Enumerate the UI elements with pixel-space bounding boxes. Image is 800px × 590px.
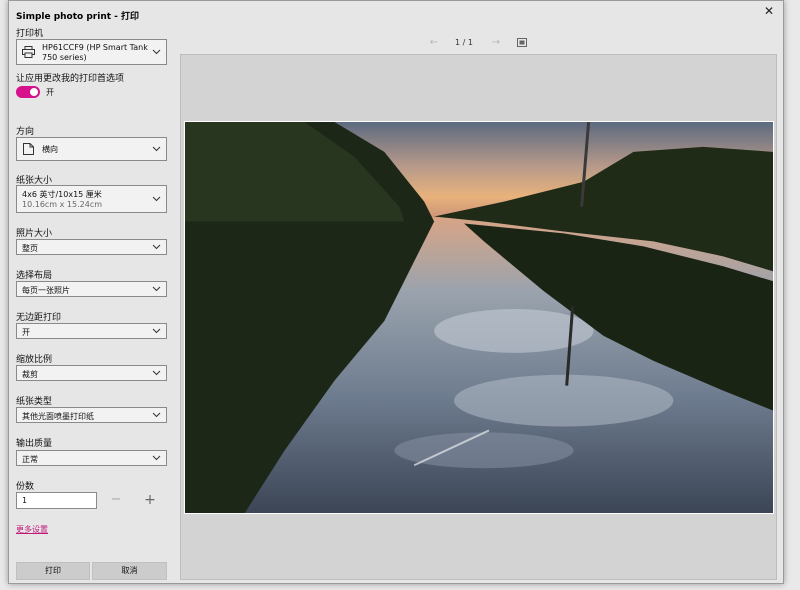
orientation-value: 横向 (42, 145, 58, 154)
quality-label: 输出质量 (16, 439, 53, 449)
cancel-button[interactable]: 取消 (92, 562, 167, 580)
orientation-select[interactable]: 横向 (16, 137, 167, 161)
minus-icon: − (110, 492, 122, 507)
decrease-copies-button[interactable]: − (109, 492, 123, 509)
print-dialog: Simple photo print - 打印 ✕ 打印机 HP61CCF9 (… (8, 0, 784, 584)
arrow-left-icon: ← (429, 37, 439, 48)
app-pref-toggle[interactable] (16, 86, 40, 98)
scale-select[interactable]: 裁剪 (16, 365, 167, 381)
arrow-right-icon: → (491, 37, 501, 48)
toggle-knob (30, 88, 38, 96)
page-icon (23, 143, 34, 155)
layout-select[interactable]: 每页一张照片 (16, 281, 167, 297)
app-pref-label: 让应用更改我的打印首选项 (16, 74, 125, 84)
next-page-button[interactable]: → (490, 37, 502, 48)
copies-input[interactable]: 1 (16, 492, 97, 509)
increase-copies-button[interactable]: + (143, 492, 157, 509)
borderless-value: 开 (22, 328, 30, 337)
chevron-down-icon (152, 453, 161, 462)
paper-type-label: 纸张类型 (16, 397, 53, 407)
paper-size-dimensions: 10.16cm x 15.24cm (22, 200, 103, 209)
copies-label: 份数 (16, 482, 35, 492)
chevron-down-icon (152, 368, 161, 377)
photo-image (185, 122, 773, 513)
page-indicator: 1 / 1 (455, 38, 473, 47)
borderless-select[interactable]: 开 (16, 323, 167, 339)
settings-panel: 打印机 HP61CCF9 (HP Smart Tank 750 series) … (9, 1, 179, 585)
quality-select[interactable]: 正常 (16, 450, 167, 466)
photo-size-select[interactable]: 整页 (16, 239, 167, 255)
orientation-label: 方向 (16, 127, 35, 137)
print-button[interactable]: 打印 (16, 562, 90, 580)
photo-preview (184, 121, 774, 514)
paper-size-select[interactable]: 4x6 英寸/10x15 厘米 10.16cm x 15.24cm (16, 185, 167, 213)
fit-page-icon (517, 38, 527, 47)
chevron-down-icon (152, 242, 161, 251)
scale-value: 裁剪 (22, 370, 38, 379)
chevron-down-icon (152, 284, 161, 293)
photo-size-value: 整页 (22, 244, 38, 253)
chevron-down-icon (152, 194, 161, 203)
quality-value: 正常 (22, 455, 38, 464)
print-preview-area (180, 54, 777, 580)
layout-value: 每页一张照片 (22, 286, 70, 295)
chevron-down-icon (152, 326, 161, 335)
app-pref-toggle-state: 开 (46, 88, 54, 97)
close-button[interactable]: ✕ (761, 3, 777, 19)
close-icon: ✕ (763, 4, 775, 18)
paper-type-value: 其他光面喷墨打印纸 (22, 412, 94, 421)
scale-label: 缩放比例 (16, 355, 53, 365)
chevron-down-icon (152, 410, 161, 419)
borderless-label: 无边距打印 (16, 313, 62, 323)
photo-size-label: 照片大小 (16, 229, 53, 239)
layout-label: 选择布局 (16, 271, 53, 281)
plus-icon: + (144, 492, 156, 508)
more-settings-link[interactable]: 更多设置 (16, 524, 48, 535)
fit-page-button[interactable] (517, 38, 527, 47)
paper-type-select[interactable]: 其他光面喷墨打印纸 (16, 407, 167, 423)
page-navigator: ← 1 / 1 → (9, 37, 785, 51)
previous-page-button[interactable]: ← (428, 37, 440, 48)
paper-size-value: 4x6 英寸/10x15 厘米 (22, 190, 102, 199)
chevron-down-icon (152, 144, 161, 153)
